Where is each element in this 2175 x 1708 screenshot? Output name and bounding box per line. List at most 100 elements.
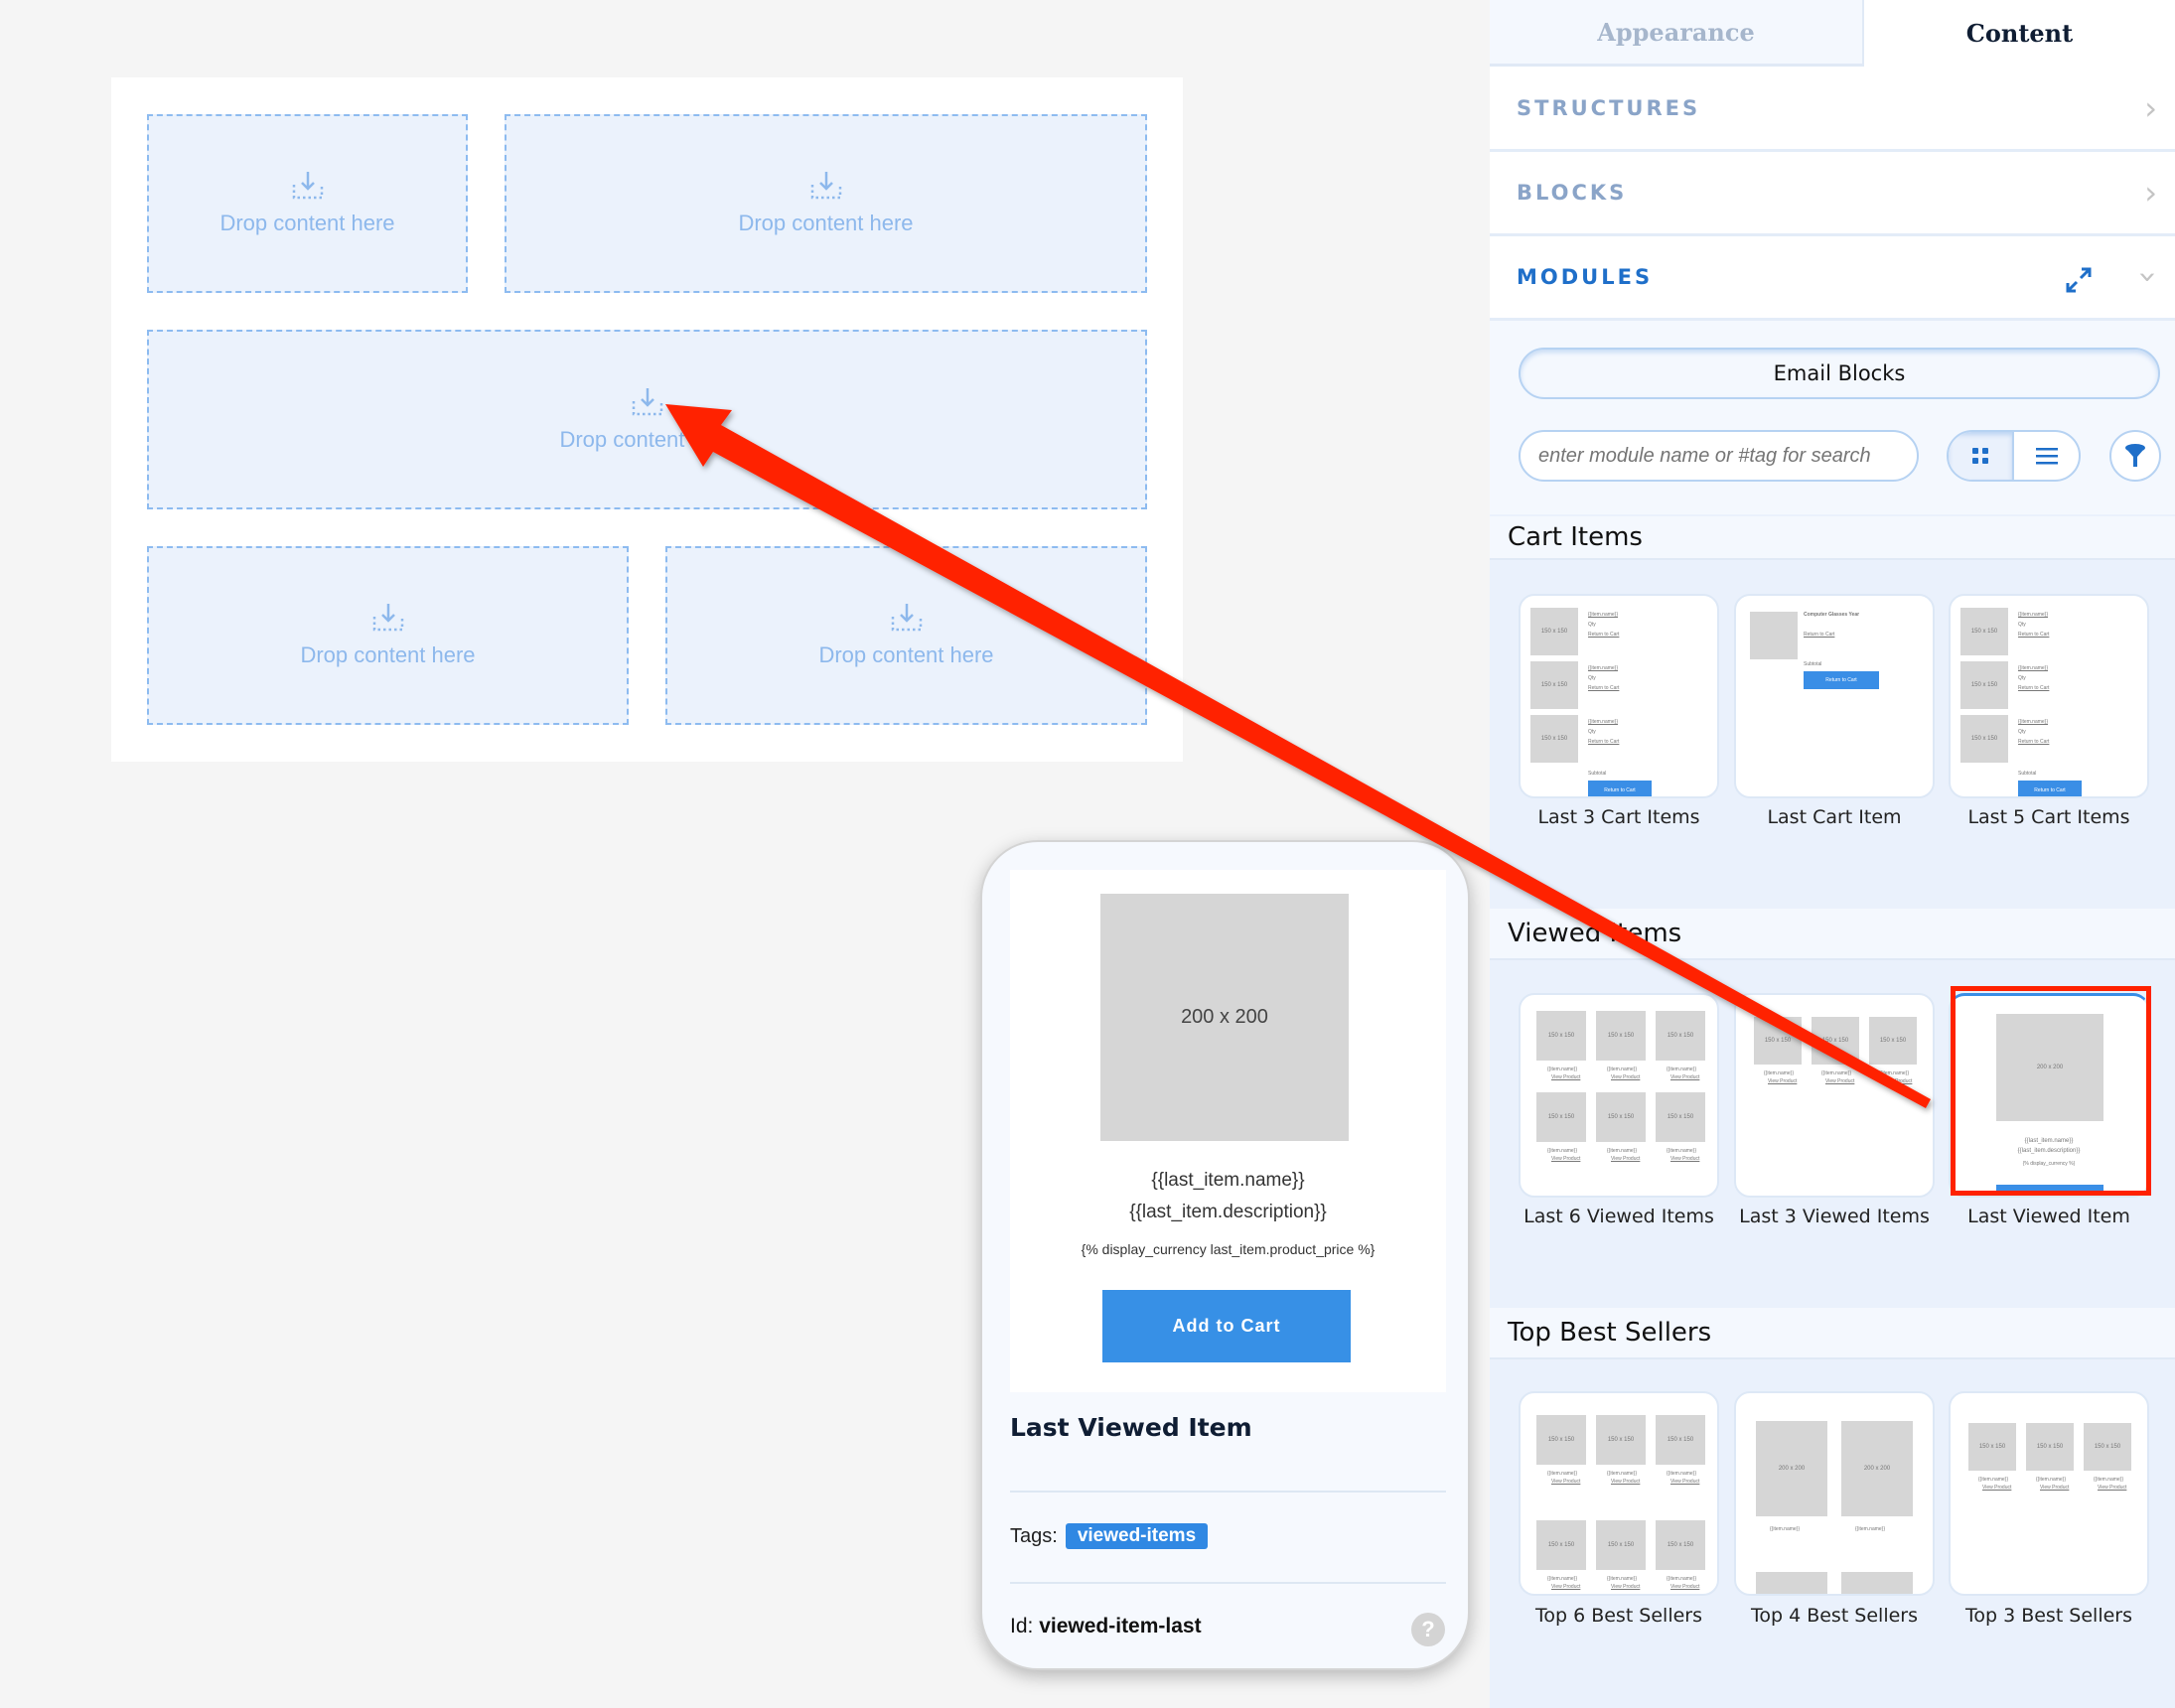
- thumb-text: {{item.name}}: [1607, 1471, 1638, 1477]
- thumb-button: Return to Cart: [1588, 781, 1652, 796]
- thumb-text: Computer Glasses Year: [1804, 612, 1860, 618]
- library-select[interactable]: Email Blocks: [1519, 348, 2160, 399]
- module-label[interactable]: Top 3 Best Sellers: [1942, 1605, 2156, 1627]
- module-card[interactable]: 150 x 150 {{item.name}} View Product 150 x …: [1949, 1391, 2149, 1596]
- thumb-text: Qty: [2018, 675, 2026, 681]
- drop-label: Drop content here: [818, 642, 994, 667]
- module-card[interactable]: 200 x 200 {{last_item.name}} {{last_item.d…: [1949, 993, 2149, 1198]
- drop-zone[interactable]: Drop content here: [147, 330, 1147, 509]
- thumb-text: {{item.name}}: [1547, 1471, 1578, 1477]
- thumb-text: {{item.name}}: [1588, 612, 1619, 618]
- thumb-text: {{item.name}}: [1607, 1148, 1638, 1154]
- drop-zone[interactable]: Drop content here: [147, 114, 468, 293]
- thumb-text: {{item.name}}: [1821, 1070, 1852, 1076]
- image-placeholder: 150 x 150: [1960, 608, 2008, 655]
- drop-zone[interactable]: Drop content here: [665, 546, 1147, 725]
- id-value: viewed-item-last: [1039, 1615, 1202, 1637]
- module-label[interactable]: Last Cart Item: [1727, 806, 1942, 828]
- module-card[interactable]: 150 x 150 {{item.name}} Qty Return to Cart 1…: [1949, 594, 2149, 798]
- image-placeholder: 150 x 150: [1754, 1017, 1802, 1065]
- thumb-text: Qty: [2018, 622, 2026, 628]
- thumb-text: Qty: [2018, 729, 2026, 735]
- list-icon: [2035, 448, 2058, 465]
- module-label[interactable]: Last 5 Cart Items: [1942, 806, 2156, 828]
- thumb-text: {{last_item.description}}: [2017, 1148, 2081, 1154]
- chevron-down-icon[interactable]: ›: [2130, 271, 2168, 284]
- drop-download-icon: [372, 604, 403, 632]
- module-label[interactable]: Top 6 Best Sellers: [1512, 1605, 1726, 1627]
- image-placeholder: 150 x 150: [1960, 715, 2008, 763]
- section-blocks[interactable]: BLOCKS ›: [1490, 152, 2175, 236]
- divider: [1010, 1582, 1446, 1584]
- grid-view-button[interactable]: [1949, 432, 2014, 480]
- module-card[interactable]: 150 x 150 {{item.name}} View Product 150 x …: [1519, 1391, 1719, 1596]
- drop-label: Drop content here: [219, 211, 395, 235]
- thumb-text: View Product: [1825, 1078, 1855, 1084]
- thumb-button: Add to Cart: [1996, 1185, 2103, 1196]
- thumb-text: {{last_item.name}}: [2024, 1138, 2074, 1144]
- drop-zone[interactable]: Drop content here: [147, 546, 629, 725]
- module-title: Last Viewed Item: [1010, 1413, 1252, 1442]
- image-placeholder: 150 x 150: [1530, 661, 1578, 709]
- thumb-text: Qty: [1588, 622, 1596, 628]
- module-card[interactable]: 200 x 200 200 x 200 {{item.name}} {{item.na…: [1734, 1391, 1935, 1596]
- section-structures[interactable]: STRUCTURES ›: [1490, 67, 2175, 152]
- section-label: MODULES: [1517, 265, 1654, 289]
- thumb-text: {{item.name}}: [1978, 1477, 2009, 1483]
- chevron-right-icon: ›: [2144, 174, 2157, 212]
- module-group-header: Top Best Sellers: [1490, 1308, 2175, 1359]
- module-group-header: Viewed Items: [1490, 909, 2175, 960]
- thumb-text: {{item.name}}: [1770, 1526, 1801, 1532]
- item-description: {{last_item.description}}: [1129, 1202, 1327, 1222]
- preview-content: 200 x 200 {{last_item.name}} {{last_item…: [1010, 870, 1446, 1392]
- drop-download-icon: [891, 604, 922, 632]
- thumb-text: Qty: [1588, 675, 1596, 681]
- thumb-text: View Product: [2098, 1485, 2127, 1491]
- image-placeholder: 150 x 150: [1968, 1423, 2016, 1471]
- expand-icon[interactable]: [2065, 266, 2093, 294]
- tag-badge[interactable]: viewed-items: [1065, 1523, 1209, 1549]
- thumb-text: {{item.name}}: [1879, 1070, 1910, 1076]
- module-card[interactable]: 150 x 150 {{item.name}} View Product 150 x …: [1519, 993, 1719, 1198]
- module-label[interactable]: Last 3 Viewed Items: [1727, 1206, 1942, 1227]
- module-card[interactable]: 150 x 150 {{item.name}} View Product 150 x …: [1734, 993, 1935, 1198]
- image-placeholder: 150 x 150: [1536, 1092, 1586, 1142]
- image-placeholder: 150 x 150: [2026, 1423, 2074, 1471]
- drop-zone[interactable]: Drop content here: [505, 114, 1147, 293]
- thumb-text: View Product: [2040, 1485, 2070, 1491]
- thumb-text: Subtotal: [1804, 661, 1822, 667]
- image-placeholder: 150 x 150: [1596, 1520, 1646, 1570]
- id-row: Id: viewed-item-last: [1010, 1615, 1202, 1638]
- image-placeholder: 200 x 200: [1756, 1421, 1827, 1516]
- module-preview-popup: 200 x 200 {{last_item.name}} {{last_item…: [980, 840, 1470, 1670]
- add-to-cart-button: Add to Cart: [1102, 1290, 1351, 1362]
- filter-button[interactable]: [2109, 430, 2161, 482]
- thumb-text: View Product: [1551, 1074, 1581, 1080]
- section-modules[interactable]: MODULES ›: [1490, 236, 2175, 321]
- image-placeholder: 200 x 200: [1841, 1572, 1913, 1594]
- image-placeholder: 150 x 150: [1536, 1011, 1586, 1061]
- module-label[interactable]: Last 3 Cart Items: [1512, 806, 1726, 828]
- drop-label: Drop content here: [559, 426, 735, 452]
- filter-icon: [2125, 444, 2145, 467]
- module-card[interactable]: 150 x 150 {{item.name}} Qty Return to Cart 1…: [1519, 594, 1719, 798]
- thumb-text: {{item.name}}: [1547, 1576, 1578, 1582]
- image-placeholder: 150 x 150: [1812, 1017, 1859, 1065]
- module-label[interactable]: Top 4 Best Sellers: [1727, 1605, 1942, 1627]
- module-label[interactable]: Last 6 Viewed Items: [1512, 1206, 1726, 1227]
- tab-appearance[interactable]: Appearance: [1490, 0, 1864, 67]
- list-view-button[interactable]: [2014, 432, 2079, 480]
- module-label[interactable]: Last Viewed Item: [1942, 1206, 2156, 1227]
- image-placeholder: 150 x 150: [1656, 1415, 1705, 1465]
- help-icon[interactable]: ?: [1411, 1613, 1445, 1646]
- thumb-text: {{item.name}}: [1607, 1576, 1638, 1582]
- tab-content[interactable]: Content: [1864, 0, 2175, 67]
- thumb-text: View Product: [1551, 1156, 1581, 1162]
- module-search-input[interactable]: [1519, 430, 1919, 482]
- thumb-text: Return to Cart: [1588, 739, 1620, 745]
- thumb-text: {{item.name}}: [1667, 1576, 1697, 1582]
- module-card[interactable]: Computer Glasses Year Return to Cart Subto…: [1734, 594, 1935, 798]
- drop-download-icon: [292, 172, 323, 200]
- image-placeholder: 150 x 150: [1869, 1017, 1917, 1065]
- image-placeholder: [1750, 612, 1798, 659]
